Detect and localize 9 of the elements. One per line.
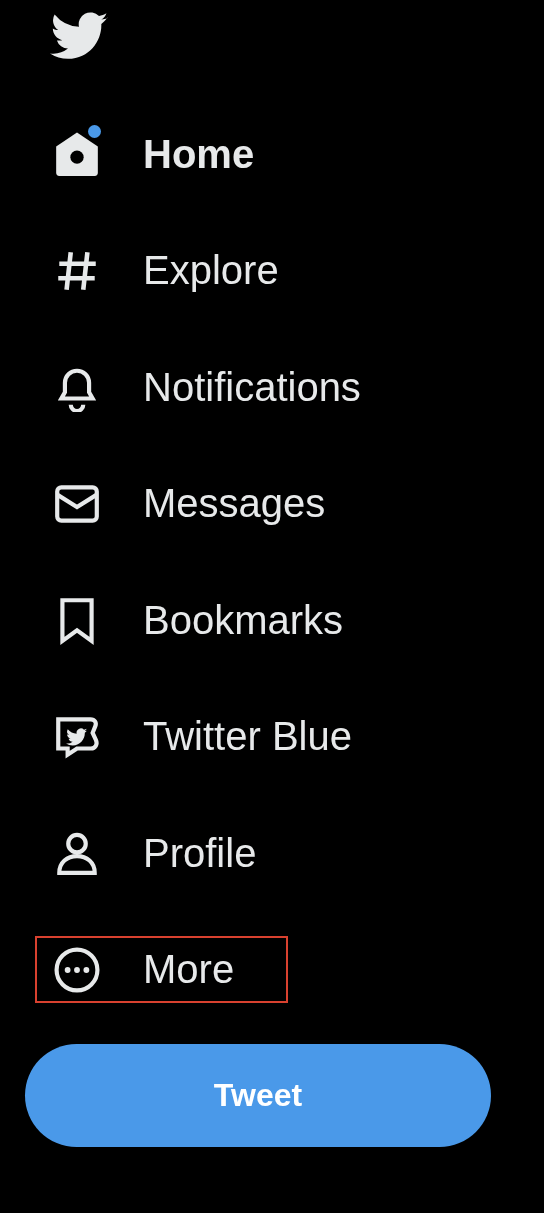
nav-item[interactable]: Notifications <box>35 353 415 421</box>
nav-item[interactable]: Bookmarks <box>35 586 398 654</box>
nav-item[interactable]: Explore <box>35 237 333 305</box>
nav-item[interactable]: More <box>35 936 289 1004</box>
bird-logo-icon[interactable] <box>50 10 108 60</box>
nav-item[interactable]: Twitter Blue <box>35 703 406 771</box>
nav-item[interactable]: Profile <box>35 819 311 887</box>
nav-item[interactable]: Messages <box>35 470 380 538</box>
nav-item[interactable]: Home <box>35 120 309 188</box>
